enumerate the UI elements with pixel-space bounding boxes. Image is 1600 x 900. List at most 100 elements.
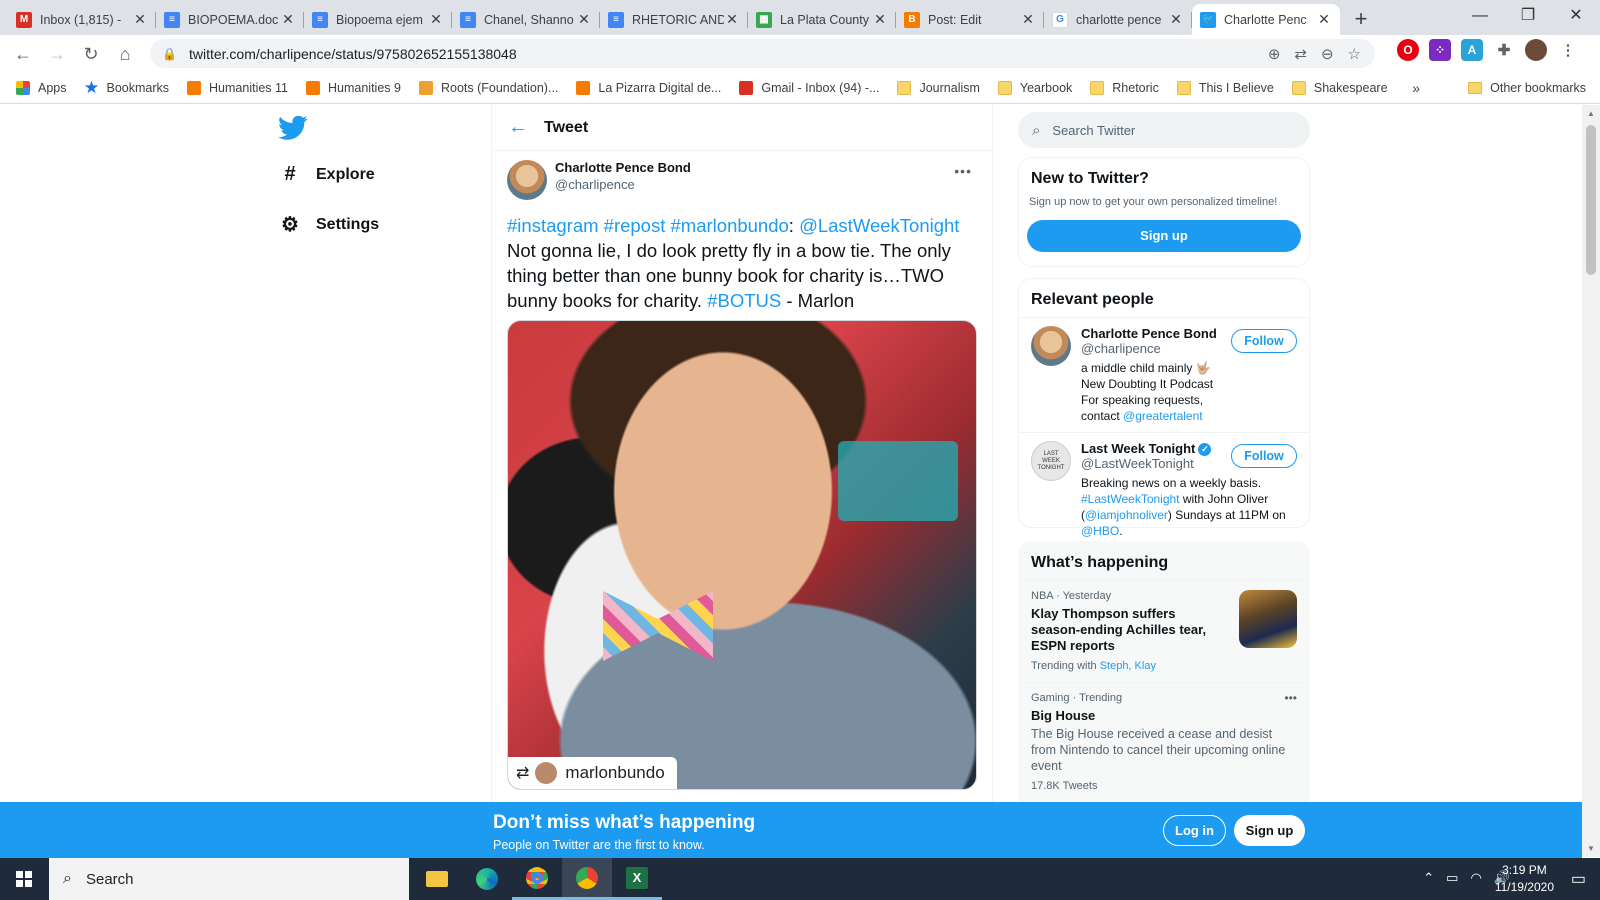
puzzle-icon[interactable]: ✚	[1493, 39, 1515, 61]
notification-icon[interactable]: ▭	[1571, 869, 1586, 889]
more-bookmarks-icon[interactable]: »	[1412, 80, 1420, 96]
bookmark-item[interactable]: This I Believe	[1176, 80, 1274, 95]
bookmark-item[interactable]: Humanities 9	[306, 80, 401, 95]
minimize-icon[interactable]: —	[1456, 0, 1504, 35]
follow-button[interactable]: Follow	[1231, 329, 1297, 353]
wifi-icon[interactable]: ◠	[1470, 870, 1481, 886]
other-bookmarks[interactable]: Other bookmarks	[1468, 81, 1586, 95]
tweet-link[interactable]: #repost	[604, 215, 666, 236]
page-scrollbar[interactable]: ▲ ▼	[1582, 105, 1600, 857]
browser-tab[interactable]: Gcharlotte pence ✕	[1044, 4, 1192, 35]
install-icon[interactable]: ⊕	[1268, 45, 1281, 63]
log-in-button[interactable]: Log in	[1163, 815, 1226, 846]
person-name[interactable]: Charlotte Pence Bond	[1081, 326, 1231, 341]
new-tab-button[interactable]: +	[1346, 4, 1376, 35]
twitter-logo-icon[interactable]	[278, 115, 308, 141]
chrome-icon[interactable]	[512, 858, 562, 900]
lock-icon[interactable]: 🔒	[162, 47, 177, 61]
back-arrow-icon[interactable]: ←	[492, 116, 544, 139]
close-tab-icon[interactable]: ✕	[1020, 11, 1036, 28]
tweet-photo[interactable]: ⇄ marlonbundo	[507, 320, 977, 790]
tweet-link[interactable]: #instagram	[507, 215, 599, 236]
restore-icon[interactable]: ❐	[1504, 0, 1552, 35]
taskbar-search[interactable]: ⌕ Search	[49, 858, 409, 900]
home-icon[interactable]: ⌂	[108, 39, 142, 69]
more-options-icon[interactable]: •••	[954, 163, 972, 179]
excel-icon[interactable]: X	[612, 858, 662, 900]
banner-sign-up-button[interactable]: Sign up	[1234, 815, 1305, 846]
bookmark-item[interactable]: Shakespeare	[1291, 80, 1388, 95]
bookmark-item[interactable]: Apps	[16, 80, 67, 95]
close-tab-icon[interactable]: ✕	[132, 11, 148, 28]
start-button[interactable]	[0, 858, 48, 900]
author-name[interactable]: Charlotte Pence Bond	[555, 160, 691, 175]
scroll-down-icon[interactable]: ▼	[1587, 844, 1595, 853]
forward-icon[interactable]: →	[40, 39, 74, 69]
url-text[interactable]: twitter.com/charlipence/status/975802652…	[189, 46, 517, 62]
edge-icon[interactable]	[462, 858, 512, 900]
battery-icon[interactable]: ▭	[1446, 870, 1458, 886]
zoom-icon[interactable]: ⊖	[1321, 45, 1334, 63]
browser-tab[interactable]: ≡ Chanel, Shanno ✕	[452, 4, 600, 35]
close-tab-icon[interactable]: ✕	[724, 11, 740, 28]
browser-tab[interactable]: 🐦 Charlotte Penc ✕	[1192, 4, 1340, 35]
person-row[interactable]: Charlotte Pence Bond @charlipence a midd…	[1019, 317, 1309, 432]
trend-item[interactable]: Gaming · Trending Big House The Big Hous…	[1019, 682, 1309, 801]
close-tab-icon[interactable]: ✕	[872, 11, 888, 28]
bio-mention-link[interactable]: @iamjohnoliver	[1085, 508, 1168, 522]
follow-button[interactable]: Follow	[1231, 444, 1297, 468]
bookmark-item[interactable]: Journalism	[897, 80, 980, 95]
trending-with-links[interactable]: Steph, Klay	[1100, 660, 1156, 672]
address-bar[interactable]: 🔒 twitter.com/charlipence/status/9758026…	[150, 39, 1375, 68]
close-tab-icon[interactable]: ✕	[428, 11, 444, 28]
bookmark-item[interactable]: Roots (Foundation)...	[418, 80, 558, 95]
bookmark-star-icon[interactable]: ☆	[1348, 45, 1361, 63]
more-options-icon[interactable]: •••	[1284, 691, 1297, 705]
browser-tab[interactable]: ≡ Biopoema ejem ✕	[304, 4, 452, 35]
extension-a-icon[interactable]: A	[1461, 39, 1483, 61]
close-tab-icon[interactable]: ✕	[280, 11, 296, 28]
tweet-link[interactable]: @LastWeekTonight	[799, 215, 959, 236]
search-input[interactable]: ⌕ Search Twitter	[1018, 112, 1310, 148]
close-window-icon[interactable]: ✕	[1552, 0, 1600, 35]
reload-icon[interactable]: ↻	[74, 39, 108, 69]
bookmark-item[interactable]: Gmail - Inbox (94) -...	[739, 80, 879, 95]
close-tab-icon[interactable]: ✕	[576, 11, 592, 28]
translate-icon[interactable]: ⇄	[1294, 45, 1307, 63]
sign-up-button[interactable]: Sign up	[1027, 220, 1301, 252]
bookmark-item[interactable]: Bookmarks	[84, 80, 169, 95]
author-handle[interactable]: @charlipence	[555, 177, 691, 192]
tweet-link[interactable]: #marlonbundo	[671, 215, 789, 236]
tweet-link[interactable]: #BOTUS	[707, 290, 781, 311]
person-row[interactable]: LAST WEEK TONIGHT Last Week Tonight ✓ @Last…	[1019, 432, 1309, 547]
chrome-menu-icon[interactable]: ⋮	[1557, 39, 1579, 61]
bio-link[interactable]: @greatertalent	[1123, 409, 1203, 423]
bio-hashtag-link[interactable]: #LastWeekTonight	[1081, 492, 1180, 506]
back-icon[interactable]: ←	[6, 39, 40, 69]
nav-explore[interactable]: # Explore	[278, 163, 374, 186]
scrollbar-thumb[interactable]	[1586, 125, 1596, 275]
scroll-up-icon[interactable]: ▲	[1587, 109, 1595, 118]
extension-dots-icon[interactable]: ⁘	[1429, 39, 1451, 61]
close-tab-icon[interactable]: ✕	[1168, 11, 1184, 28]
bookmark-item[interactable]: La Pizarra Digital de...	[576, 80, 721, 95]
browser-tab[interactable]: ≡ RHETORIC AND ✕	[600, 4, 748, 35]
opera-extension-icon[interactable]: O	[1397, 39, 1419, 61]
browser-tab[interactable]: ≡ BIOPOEMA.doc ✕	[156, 4, 304, 35]
trend-item[interactable]: NBA · Yesterday Klay Thompson suffers se…	[1019, 580, 1309, 682]
system-clock[interactable]: 3:19 PM 11/19/2020	[1495, 862, 1554, 896]
bookmark-item[interactable]: Yearbook	[997, 80, 1072, 95]
close-tab-icon[interactable]: ✕	[1316, 11, 1332, 28]
nav-settings[interactable]: ⚙ Settings	[278, 212, 379, 237]
profile-avatar[interactable]	[1525, 39, 1547, 61]
file-explorer-icon[interactable]	[412, 858, 462, 900]
chevron-up-icon[interactable]: ⌃	[1423, 870, 1434, 886]
tweet-author[interactable]: Charlotte Pence Bond @charlipence	[507, 160, 691, 200]
bio-hbo-link[interactable]: @HBO	[1081, 524, 1119, 538]
bookmark-item[interactable]: Rhetoric	[1090, 80, 1159, 95]
bookmark-item[interactable]: Humanities 11	[187, 80, 288, 95]
browser-tab[interactable]: ▦ La Plata County ✕	[748, 4, 896, 35]
chrome-profile-icon[interactable]	[562, 858, 612, 900]
avatar[interactable]	[507, 160, 547, 200]
avatar[interactable]: LAST WEEK TONIGHT	[1031, 441, 1071, 481]
